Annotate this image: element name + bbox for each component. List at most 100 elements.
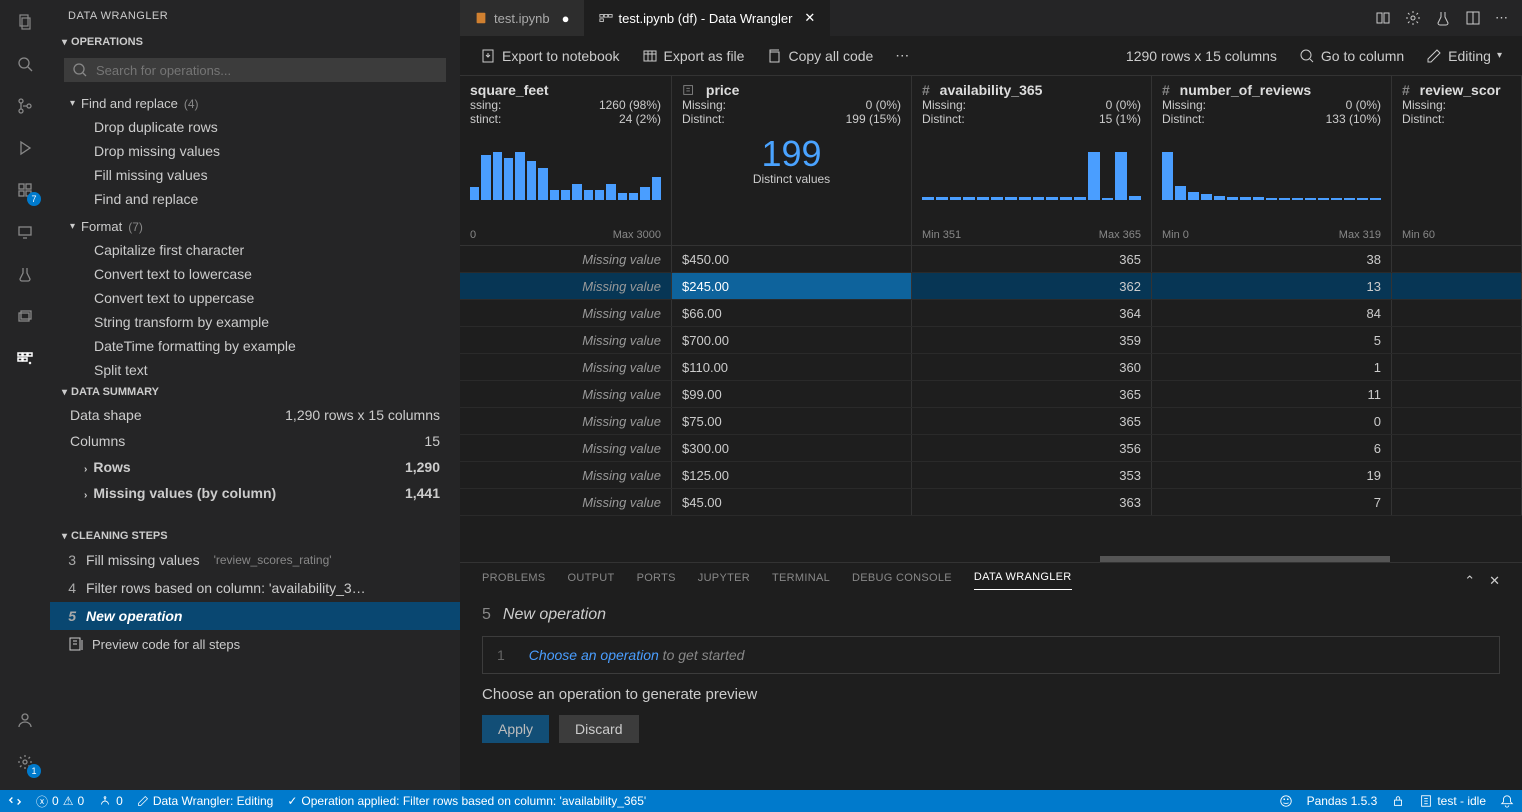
search-icon: [72, 62, 88, 78]
operation-item[interactable]: Find and replace: [70, 187, 460, 211]
operation-title: 5 New operation: [482, 606, 1500, 624]
flask-icon[interactable]: [1435, 10, 1451, 26]
column-header[interactable]: square_feetssing:1260 (98%)stinct:24 (2%…: [460, 76, 672, 245]
panel-tab[interactable]: DATA WRANGLER: [974, 571, 1072, 590]
search-input[interactable]: [96, 63, 438, 78]
copy-code-button[interactable]: Copy all code: [766, 48, 873, 64]
split-icon[interactable]: [1465, 10, 1481, 26]
panel-tab[interactable]: JUPYTER: [698, 572, 750, 590]
chevron-up-icon[interactable]: ⌃: [1464, 573, 1475, 589]
toolbar-more-icon[interactable]: ⋯: [895, 47, 909, 64]
wrangler-mode-status[interactable]: Data Wrangler: Editing: [137, 794, 274, 808]
op-group[interactable]: ▾Format (7): [70, 215, 460, 238]
preview-code-link[interactable]: Preview code for all steps: [50, 630, 460, 658]
apply-button[interactable]: Apply: [482, 715, 549, 743]
table-row[interactable]: Missing value$700.003595: [460, 327, 1522, 354]
export-file-button[interactable]: Export as file: [642, 48, 745, 64]
table-row[interactable]: Missing value$450.0036538: [460, 246, 1522, 273]
pandas-version-status[interactable]: Pandas 1.5.3: [1307, 794, 1378, 808]
summary-rows[interactable]: ›Rows1,290: [50, 454, 460, 480]
panel-tab[interactable]: PORTS: [637, 572, 676, 590]
summary-missing[interactable]: ›Missing values (by column)1,441: [50, 480, 460, 506]
table-row[interactable]: Missing value$99.0036511: [460, 381, 1522, 408]
gear-icon[interactable]: [1405, 10, 1421, 26]
section-cleaning[interactable]: ▾CLEANING STEPS: [50, 526, 460, 546]
op-group-label: Find and replace: [81, 96, 178, 111]
operations-search[interactable]: [64, 58, 446, 82]
operation-item[interactable]: String transform by example: [70, 310, 460, 334]
table-row[interactable]: Missing value$245.0036213: [460, 273, 1522, 300]
close-icon[interactable]: ✕: [804, 10, 815, 26]
feedback-icon[interactable]: [1279, 794, 1293, 808]
sidebar: DATA WRANGLER ▾OPERATIONS ▾Find and repl…: [50, 0, 460, 812]
cleaning-step[interactable]: 5New operation: [50, 602, 460, 630]
problems-status[interactable]: ⓧ0⚠0: [36, 793, 84, 810]
panel-tab[interactable]: OUTPUT: [568, 572, 615, 590]
cleaning-step[interactable]: 4Filter rows based on column: 'availabil…: [50, 574, 460, 602]
extensions-icon[interactable]: 7: [11, 176, 39, 204]
column-header[interactable]: # review_scorMissing:Distinct:Min 60: [1392, 76, 1522, 245]
testing-icon[interactable]: [11, 260, 39, 288]
horizontal-scrollbar[interactable]: [460, 556, 1522, 562]
op-group-label: Format: [81, 219, 122, 234]
operation-item[interactable]: Drop duplicate rows: [70, 115, 460, 139]
go-to-column-button[interactable]: Go to column: [1299, 48, 1404, 64]
table-row[interactable]: Missing value$45.003637: [460, 489, 1522, 516]
accounts-icon[interactable]: [11, 706, 39, 734]
operation-item[interactable]: Convert text to uppercase: [70, 286, 460, 310]
more-icon[interactable]: ⋯: [1495, 10, 1508, 26]
chevron-right-icon: ›: [84, 464, 87, 475]
mode-dropdown[interactable]: Editing▾: [1426, 48, 1502, 64]
section-summary[interactable]: ▾DATA SUMMARY: [50, 382, 460, 402]
run-debug-icon[interactable]: [11, 134, 39, 162]
tab-label: test.ipynb: [494, 11, 550, 26]
discard-button[interactable]: Discard: [559, 715, 638, 743]
table-row[interactable]: Missing value$300.003566: [460, 435, 1522, 462]
export-notebook-button[interactable]: Export to notebook: [480, 48, 620, 64]
operation-item[interactable]: Drop missing values: [70, 139, 460, 163]
cleaning-step[interactable]: 3Fill missing values'review_scores_ratin…: [50, 546, 460, 574]
notebook-icon: [68, 636, 84, 652]
panel-tab[interactable]: TERMINAL: [772, 572, 830, 590]
notebook-icon: [474, 11, 488, 25]
bottom-panel: PROBLEMS OUTPUT PORTS JUPYTER TERMINAL DEBUG …: [460, 562, 1522, 812]
explorer-icon[interactable]: [11, 8, 39, 36]
op-group[interactable]: ▾Find and replace (4): [70, 92, 460, 115]
remote-icon[interactable]: [11, 218, 39, 246]
settings-icon[interactable]: 1: [11, 748, 39, 776]
editor-tab[interactable]: test.ipynb (df) - Data Wrangler✕: [585, 0, 831, 36]
data-wrangler-icon[interactable]: [11, 344, 39, 372]
operation-item[interactable]: Fill missing values: [70, 163, 460, 187]
operation-item[interactable]: Split text: [70, 358, 460, 382]
column-header[interactable]: priceMissing:0 (0%)Distinct:199 (15%)199…: [672, 76, 912, 245]
table-row[interactable]: Missing value$110.003601: [460, 354, 1522, 381]
table-row[interactable]: Missing value$75.003650: [460, 408, 1522, 435]
operation-item[interactable]: DateTime formatting by example: [70, 334, 460, 358]
panel-tab[interactable]: DEBUG CONSOLE: [852, 572, 952, 590]
column-header[interactable]: # number_of_reviewsMissing:0 (0%)Distinc…: [1152, 76, 1392, 245]
ports-status[interactable]: 0: [98, 794, 123, 808]
editor-tab[interactable]: test.ipynb●: [460, 0, 585, 36]
close-panel-icon[interactable]: ✕: [1489, 573, 1500, 589]
kernel-status[interactable]: test - idle: [1419, 794, 1486, 808]
operation-item[interactable]: Capitalize first character: [70, 238, 460, 262]
step-label: Filter rows based on column: 'availabili…: [86, 580, 366, 596]
section-operations[interactable]: ▾OPERATIONS: [50, 32, 460, 52]
step-label: Fill missing values: [86, 552, 200, 568]
references-icon[interactable]: [11, 302, 39, 330]
book-icon[interactable]: [1375, 10, 1391, 26]
chevron-down-icon: ▾: [70, 98, 75, 109]
table-row[interactable]: Missing value$66.0036484: [460, 300, 1522, 327]
source-control-icon[interactable]: [11, 92, 39, 120]
panel-tab[interactable]: PROBLEMS: [482, 572, 546, 590]
operation-item[interactable]: Convert text to lowercase: [70, 262, 460, 286]
histogram: [470, 152, 661, 200]
column-header[interactable]: # availability_365Missing:0 (0%)Distinct…: [912, 76, 1152, 245]
remote-status[interactable]: [8, 794, 22, 808]
search-icon[interactable]: [11, 50, 39, 78]
status-bar: ⓧ0⚠0 0 Data Wrangler: Editing ✓Operation…: [0, 790, 1522, 812]
notifications-icon[interactable]: [1500, 794, 1514, 808]
table-row[interactable]: Missing value$125.0035319: [460, 462, 1522, 489]
histogram: [922, 152, 1141, 200]
trusted-icon[interactable]: [1391, 794, 1405, 808]
